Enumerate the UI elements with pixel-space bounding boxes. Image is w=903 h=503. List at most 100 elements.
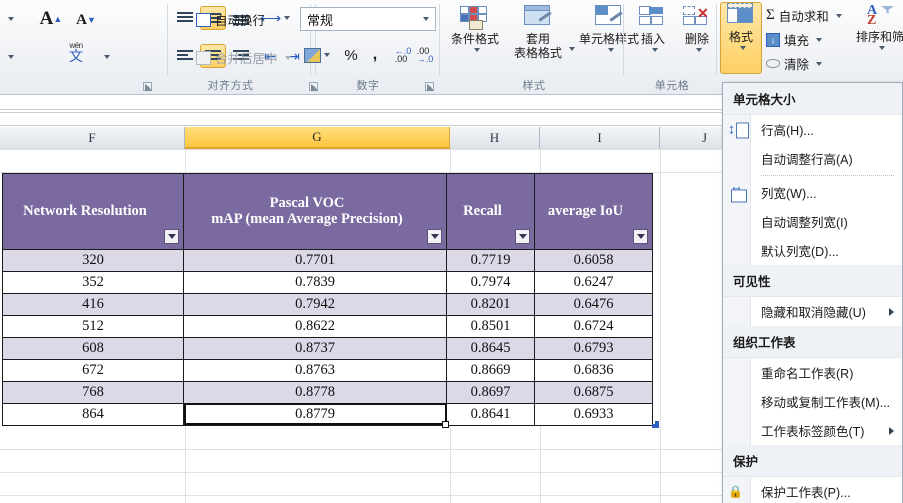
phonetic-guide-dropdown[interactable] <box>98 46 112 68</box>
cell-iou[interactable]: 0.6875 <box>534 380 653 404</box>
merge-center-button[interactable]: 合并后居中 <box>196 48 291 67</box>
accounting-format-icon[interactable] <box>300 42 334 68</box>
menu-item-label: 隐藏和取消隐藏(U) <box>761 306 866 320</box>
sort-filter-icon: A Z <box>865 3 895 29</box>
delete-cells-button[interactable]: ✕ 删除 <box>676 4 718 70</box>
cell-recall[interactable]: 0.7974 <box>446 270 535 294</box>
align-left-icon[interactable] <box>172 44 198 68</box>
cell-resolution[interactable]: 608 <box>2 336 184 360</box>
cell-recall[interactable]: 0.8201 <box>446 292 535 316</box>
menu-item-column-width[interactable]: 列宽(W)... <box>723 178 902 207</box>
menu-item-rename-sheet[interactable]: 重命名工作表(R) <box>723 358 902 387</box>
cell-map[interactable]: 0.8737 <box>183 336 447 360</box>
filter-dropdown-2[interactable] <box>515 228 530 244</box>
column-header-network-resolution: Network Resolution <box>2 173 184 250</box>
cell-resolution[interactable]: 672 <box>2 358 184 382</box>
cell-map[interactable]: 0.8763 <box>183 358 447 382</box>
format-icon <box>725 3 757 29</box>
cell-iou[interactable]: 0.6058 <box>534 248 653 272</box>
cell-recall[interactable]: 0.7719 <box>446 248 535 272</box>
cell-map[interactable]: 0.8622 <box>183 314 447 338</box>
cell-map[interactable]: 0.7942 <box>183 292 447 316</box>
column-header-F[interactable]: F <box>0 127 185 149</box>
table-row: 864 0.8779 0.8641 0.6933 <box>2 402 653 429</box>
percent-style-button[interactable]: % <box>340 42 362 68</box>
menu-item-label: 行高(H)... <box>761 124 814 138</box>
table-header-row: Network Resolution Pascal VOC mAP (mean … <box>2 173 653 250</box>
filter-dropdown-0[interactable] <box>164 228 179 244</box>
menu-item-autofit-row-height[interactable]: 自动调整行高(A) <box>723 144 902 173</box>
autosum-button[interactable]: Σ 自动求和 <box>766 6 842 25</box>
cells-group-label: 单元格 <box>654 80 690 92</box>
number-format-select[interactable]: 常规 <box>300 7 436 31</box>
percent-label: % <box>344 46 358 64</box>
menu-item-protect-sheet[interactable]: 保护工作表(P)... <box>723 477 902 503</box>
protect-sheet-icon <box>728 483 747 500</box>
comma-style-button[interactable]: , <box>364 42 386 68</box>
column-header-G[interactable]: G <box>185 127 450 149</box>
table-resize-handle[interactable] <box>652 421 659 428</box>
cell-resolution[interactable]: 768 <box>2 380 184 404</box>
cell-iou[interactable]: 0.6247 <box>534 270 653 294</box>
menu-item-label: 列宽(W)... <box>761 187 817 201</box>
cell-map[interactable]: 0.8778 <box>183 380 447 404</box>
menu-item-move-copy-sheet[interactable]: 移动或复制工作表(M)... <box>723 387 902 416</box>
menu-item-label: 保护工作表(P)... <box>761 486 851 500</box>
menu-item-label: 自动调整列宽(I) <box>761 216 848 230</box>
decrease-font-size-icon[interactable]: A ▼ <box>72 8 100 32</box>
conditional-formatting-button[interactable]: 条件格式 <box>446 4 504 70</box>
cell-recall[interactable]: 0.8669 <box>446 358 535 382</box>
selected-cell[interactable]: 0.8779 <box>183 402 450 429</box>
cell-iou[interactable]: 0.6476 <box>534 292 653 316</box>
increase-decimal-icon[interactable]: ←.0.00 <box>392 42 414 68</box>
menu-item-default-width[interactable]: 默认列宽(D)... <box>723 236 902 265</box>
menu-item-tab-color[interactable]: 工作表标签颜色(T) <box>723 416 902 445</box>
ribbon-group-editing: Σ 自动求和 ↓ 填充 清除 A Z 排序和筛 <box>764 0 903 95</box>
sort-filter-button[interactable]: A Z 排序和筛 <box>854 3 903 74</box>
cell-recall[interactable]: 0.8645 <box>446 336 535 360</box>
fill-button[interactable]: ↓ 填充 <box>766 30 823 49</box>
cell-iou[interactable]: 0.6793 <box>534 336 653 360</box>
increase-font-size-icon[interactable]: A ▲ <box>36 6 66 32</box>
cell-resolution[interactable]: 416 <box>2 292 184 316</box>
format-dropdown-menu: 单元格大小 行高(H)... 自动调整行高(A) 列宽(W)... 自动调整列宽… <box>722 82 903 503</box>
currency-glyph <box>304 47 321 63</box>
cell-recall[interactable]: 0.8697 <box>446 380 535 404</box>
phonetic-guide-icon[interactable]: wén 文 <box>58 40 94 70</box>
filter-dropdown-3[interactable] <box>633 228 648 244</box>
align-top-icon[interactable] <box>172 6 198 30</box>
menu-item-autofit-column-width[interactable]: 自动调整列宽(I) <box>723 207 902 236</box>
wrap-text-button[interactable]: 自动换行 <box>196 10 265 29</box>
cell-iou[interactable]: 0.6933 <box>534 402 653 426</box>
menu-item-hide-unhide[interactable]: 隐藏和取消隐藏(U) <box>723 297 902 326</box>
cell-iou[interactable]: 0.6836 <box>534 358 653 382</box>
column-header-I[interactable]: I <box>540 127 660 149</box>
cell-resolution[interactable]: 320 <box>2 248 184 272</box>
column-header-H[interactable]: H <box>450 127 540 149</box>
alignment-group-label: 对齐方式 <box>207 80 254 92</box>
cell-resolution[interactable]: 352 <box>2 270 184 294</box>
group-divider <box>623 4 624 76</box>
format-as-table-button[interactable]: 套用 表格格式 <box>506 4 570 70</box>
menu-item-row-height[interactable]: 行高(H)... <box>723 115 902 144</box>
clear-label: 清除 <box>784 58 810 72</box>
font-dialog-launcher[interactable] <box>143 82 152 91</box>
number-format-value: 常规 <box>307 12 334 28</box>
cell-map[interactable]: 0.7839 <box>183 270 447 294</box>
clear-button[interactable]: 清除 <box>766 54 823 73</box>
cell-recall[interactable]: 0.8641 <box>446 402 535 426</box>
insert-cells-button[interactable]: 插入 <box>632 4 674 70</box>
cell-map[interactable]: 0.7701 <box>183 248 447 272</box>
cell-resolution[interactable]: 512 <box>2 314 184 338</box>
ribbon-group-number: 常规 % , ←.0.00 .00 →.0 数字 <box>300 0 440 95</box>
decrease-decimal-icon[interactable]: .00 →.0 <box>414 42 436 68</box>
fill-color-dropdown[interactable] <box>2 46 16 68</box>
number-group-label: 数字 <box>356 80 380 92</box>
format-cells-button[interactable]: 格式 <box>720 2 762 74</box>
filter-dropdown-1[interactable] <box>427 228 442 244</box>
number-dialog-launcher[interactable] <box>425 82 434 91</box>
font-color-dropdown[interactable] <box>2 8 16 30</box>
cell-iou[interactable]: 0.6724 <box>534 314 653 338</box>
cell-resolution[interactable]: 864 <box>2 402 184 426</box>
cell-recall[interactable]: 0.8501 <box>446 314 535 338</box>
